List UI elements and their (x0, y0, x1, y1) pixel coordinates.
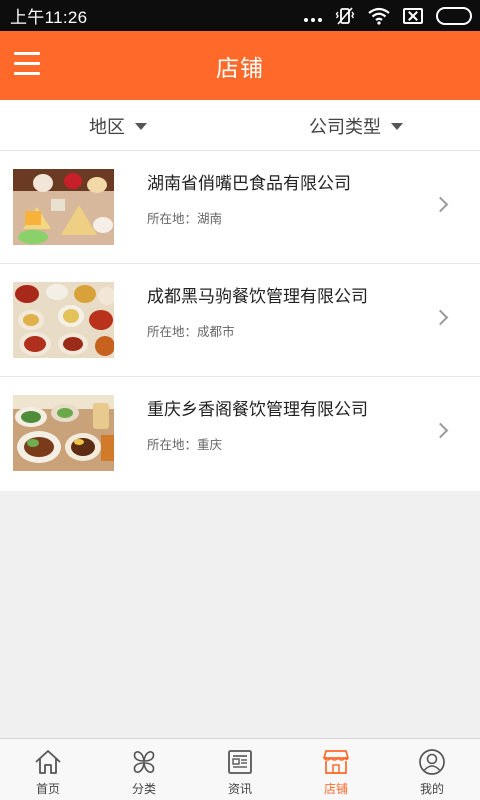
store-thumbnail (13, 169, 114, 245)
status-icons (304, 6, 472, 26)
tab-category-label: 分类 (131, 782, 156, 796)
food-photo (13, 282, 114, 358)
tab-store-label: 店铺 (323, 782, 348, 796)
news-icon (228, 750, 252, 774)
region-filter-button[interactable]: 地区 (89, 100, 147, 151)
tab-news-label: 资讯 (227, 782, 252, 796)
chevron-right-icon (432, 309, 449, 326)
company-type-filter-button[interactable]: 公司类型 (309, 100, 403, 151)
hamburger-menu-icon[interactable] (14, 52, 40, 76)
store-list-item[interactable]: 重庆乡香阁餐饮管理有限公司 所在地：重庆 (0, 377, 480, 491)
bottom-tab-bar: 首页 分类 资讯 店铺 我的 (0, 738, 480, 800)
battery-icon (436, 6, 472, 25)
tab-home[interactable]: 首页 (0, 739, 96, 800)
home-icon (35, 750, 61, 774)
food-photo (13, 169, 114, 245)
store-location: 所在地：成都市 (147, 324, 235, 339)
more-dots-icon (304, 10, 322, 22)
app-header: 店铺 (0, 31, 480, 100)
page-title: 店铺 (216, 55, 264, 82)
store-list-item[interactable]: 成都黑马驹餐饮管理有限公司 所在地：成都市 (0, 264, 480, 377)
no-sim-icon (403, 7, 423, 24)
food-photo (13, 395, 114, 471)
chevron-right-icon (432, 196, 449, 213)
tab-home-label: 首页 (35, 782, 60, 796)
wifi-icon (368, 7, 390, 25)
store-list-item[interactable]: 湖南省俏嘴巴食品有限公司 所在地：湖南 (0, 151, 480, 264)
filter-bar: 地区 公司类型 (0, 100, 480, 151)
tab-category[interactable]: 分类 (96, 739, 192, 800)
store-name: 湖南省俏嘴巴食品有限公司 (147, 174, 351, 194)
store-thumbnail (13, 395, 114, 471)
caret-down-icon (135, 123, 147, 130)
caret-down-icon (391, 123, 403, 130)
tab-news[interactable]: 资讯 (192, 739, 288, 800)
status-time: 上午11:26 (10, 8, 88, 27)
tab-store[interactable]: 店铺 (288, 739, 384, 800)
chevron-right-icon (432, 422, 449, 439)
user-icon (419, 749, 445, 775)
store-thumbnail (13, 282, 114, 358)
store-location: 所在地：湖南 (147, 211, 223, 226)
store-name: 成都黑马驹餐饮管理有限公司 (147, 287, 368, 307)
company-type-filter-label: 公司类型 (309, 116, 381, 138)
status-bar: 上午11:26 (0, 0, 480, 31)
tab-mine[interactable]: 我的 (384, 739, 480, 800)
store-list: 湖南省俏嘴巴食品有限公司 所在地：湖南 成都黑马驹餐饮管理有限公司 所在地：成都… (0, 151, 480, 491)
store-name: 重庆乡香阁餐饮管理有限公司 (147, 400, 368, 420)
store-icon (323, 750, 349, 774)
store-location: 所在地：重庆 (147, 437, 223, 452)
region-filter-label: 地区 (89, 116, 125, 138)
category-icon (133, 751, 155, 773)
vibrate-icon (335, 6, 355, 25)
tab-mine-label: 我的 (419, 782, 444, 796)
